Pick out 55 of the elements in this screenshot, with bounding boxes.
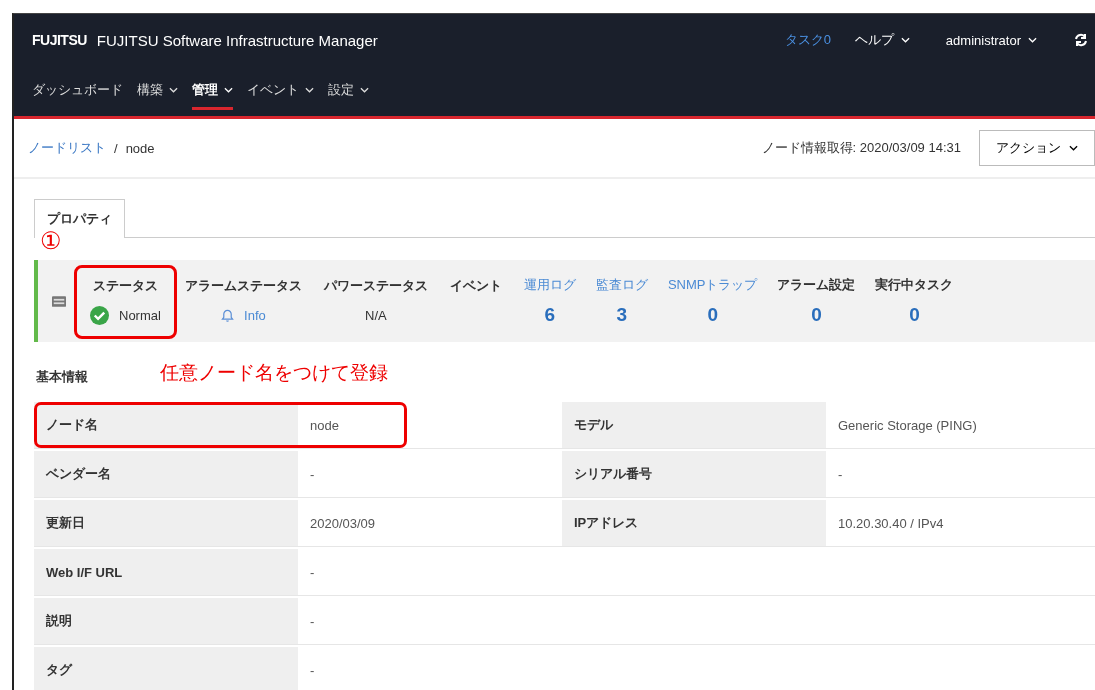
field-value: - [298,549,1095,596]
field-label: 説明 [34,598,298,645]
action-button[interactable]: アクション [979,130,1095,166]
breadcrumb-link[interactable]: ノードリスト [28,139,106,157]
nav-menu[interactable]: 管理 [192,72,233,110]
bell-icon [221,308,235,322]
caret-icon [1069,145,1078,151]
status-value: Normal [119,307,161,323]
help-menu[interactable]: ヘルプ [854,31,910,49]
field-label: シリアル番号 [562,451,826,498]
status-link[interactable]: SNMPトラップ [667,276,758,294]
field-value: Generic Storage (PING) [826,402,1095,449]
breadcrumb-current: node [125,140,155,156]
field-label: モデル [562,402,826,449]
field-label: ベンダー名 [34,451,298,498]
breadcrumb-separator: / [114,140,118,156]
product-title: FUJITSU Software Infrastructure Manager [96,31,378,49]
count-value[interactable]: 6 [544,304,556,326]
annotation-note: 任意ノード名をつけて登録 [160,360,388,385]
field-label: Web I/F URL [34,549,298,596]
field-value: - [826,451,1095,498]
count-value[interactable]: 0 [811,304,822,326]
status-link[interactable]: 監査ログ [595,276,648,294]
field-value: - [298,647,1095,690]
status-link[interactable]: 運用ログ [523,276,576,294]
count-value[interactable]: 0 [707,304,718,326]
status-label: アラームステータス [184,277,302,295]
caret-icon [900,37,910,43]
field-label: タグ [34,647,298,690]
nav-menu[interactable]: 設定 [328,72,369,110]
status-label: パワーステータス [323,277,428,295]
status-label: ステータス [92,277,158,295]
check-icon [90,305,109,325]
status-value: N/A [365,306,387,325]
field-value: 10.20.30.40 / IPv4 [826,500,1095,547]
user-menu[interactable]: administrator [945,32,1037,48]
field-label: 更新日 [34,500,298,547]
fetch-time: ノード情報取得: 2020/03/09 14:31 [761,139,961,157]
nav-menu[interactable]: ダッシュボード [32,72,123,110]
alarm-link[interactable]: Info [244,307,266,323]
field-label: IPアドレス [562,500,826,547]
tasks-link[interactable]: タスク0 [784,31,831,49]
section-title: 基本情報 [36,368,88,386]
server-icon [52,295,66,307]
count-value[interactable]: 3 [616,304,628,326]
status-label: アラーム設定 [777,276,856,294]
status-label: 実行中タスク [875,276,954,294]
field-value: - [298,598,1095,645]
status-label: イベント [449,277,502,295]
count-value[interactable]: 0 [909,304,920,326]
caret-icon [1028,37,1037,43]
brand-logo: FUJITSU [32,32,87,48]
refresh-icon[interactable] [1073,32,1089,48]
nav-menu[interactable]: イベント [247,72,314,110]
nav-menu[interactable]: 構築 [137,72,178,110]
